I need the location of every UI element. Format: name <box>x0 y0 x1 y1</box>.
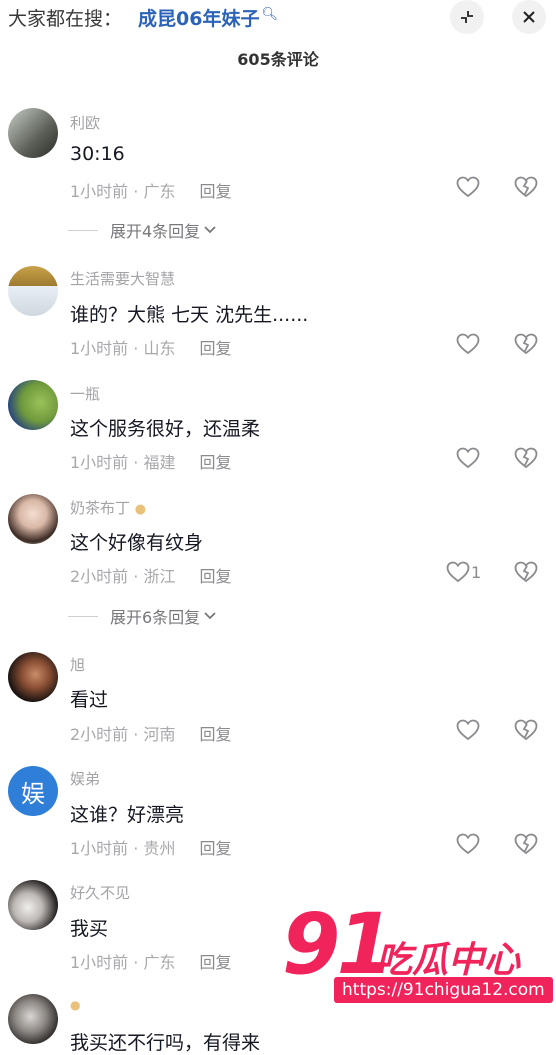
dislike-icon[interactable] <box>514 176 538 198</box>
reply-button[interactable]: 回复 <box>199 839 231 858</box>
comment-time: 1小时前 <box>70 453 129 472</box>
comment-text: 看过 <box>70 689 109 711</box>
comment-text: 这谁？好漂亮 <box>70 804 185 826</box>
comment-meta: 1小时前 · 贵州 回复 <box>70 839 232 858</box>
comment-time: 1小时前 <box>70 182 129 201</box>
chevron-down-icon <box>204 612 216 620</box>
reply-button[interactable]: 回复 <box>199 339 231 358</box>
watermark: 91 吃瓜中心 https://91chigua12.com <box>282 895 554 1005</box>
comment-location: 山东 <box>143 339 176 358</box>
comment-meta: 2小时前 · 河南 回复 <box>70 725 232 744</box>
comment-time: 1小时前 <box>70 839 129 858</box>
divider <box>68 229 98 231</box>
comment-username[interactable]: 娱弟 <box>70 768 100 789</box>
comment-username[interactable]: 生活需要大智慧 <box>70 268 175 289</box>
divider <box>68 615 98 617</box>
like-button[interactable] <box>456 333 481 355</box>
avatar[interactable] <box>8 494 58 544</box>
comment-username[interactable]: 好久不见 <box>70 882 130 903</box>
heart-icon <box>446 561 470 583</box>
avatar-letter: 娱 <box>21 779 45 808</box>
search-suggestion-term: 成昆06年妹子 <box>138 8 260 30</box>
reply-button[interactable]: 回复 <box>199 567 231 586</box>
dislike-icon[interactable] <box>514 719 538 741</box>
avatar[interactable]: 娱 <box>8 766 58 816</box>
comment-username[interactable]: 利欧 <box>70 112 100 133</box>
comment-meta: 1小时前 · 福建 回复 <box>70 453 232 472</box>
search-suggestion-link[interactable]: 成昆06年妹子 🔍︎ <box>138 4 278 31</box>
comment-meta: 1小时前 · 广东 回复 <box>70 953 232 972</box>
collapse-icon <box>461 11 473 23</box>
dislike-icon[interactable] <box>514 333 538 355</box>
avatar[interactable] <box>8 994 58 1044</box>
dislike-icon[interactable] <box>514 561 538 583</box>
comment-text: 这个好像有纹身 <box>70 532 204 554</box>
watermark-text: 吃瓜中心 <box>376 940 521 981</box>
heart-icon <box>456 333 480 355</box>
comment-location: 福建 <box>143 453 176 472</box>
avatar[interactable] <box>8 652 58 702</box>
comment-username[interactable]: 旭 <box>70 654 85 675</box>
badge-icon: ● <box>134 502 147 517</box>
expand-replies-button[interactable]: 展开6条回复 <box>68 604 217 628</box>
search-icon: 🔍︎ <box>261 6 278 22</box>
comment-location: 贵州 <box>143 839 176 858</box>
avatar[interactable] <box>8 880 58 930</box>
like-button[interactable] <box>456 833 481 855</box>
collapse-button[interactable] <box>450 0 484 34</box>
comment-time: 1小时前 <box>70 953 129 972</box>
avatar[interactable] <box>8 380 58 430</box>
top-bar: 大家都在搜： 成昆06年妹子 🔍︎ <box>0 0 556 36</box>
avatar[interactable] <box>8 108 58 158</box>
heart-icon <box>456 719 480 741</box>
comment-location: 河南 <box>143 725 176 744</box>
search-suggestion-prefix: 大家都在搜： <box>8 8 123 30</box>
expand-replies-button[interactable]: 展开4条回复 <box>68 218 217 242</box>
comment-meta: 1小时前 · 广东 回复 <box>70 182 232 201</box>
comment-username-text: 奶茶布丁 <box>70 499 131 517</box>
comment-meta: 1小时前 · 山东 回复 <box>70 339 232 358</box>
comment-meta: 2小时前 · 浙江 回复 <box>70 567 232 586</box>
like-button[interactable]: 1 <box>446 561 481 583</box>
comment-time: 2小时前 <box>70 725 129 744</box>
watermark-url: https://91chigua12.com <box>334 977 553 1003</box>
comment-location: 广东 <box>143 953 176 972</box>
reply-button[interactable]: 回复 <box>199 453 231 472</box>
like-button[interactable] <box>456 176 481 198</box>
close-icon <box>523 11 535 23</box>
comment-text: 30:16 <box>70 143 125 165</box>
like-count: 1 <box>471 562 482 582</box>
reply-button[interactable]: 回复 <box>199 953 231 972</box>
expand-replies-label: 展开6条回复 <box>110 608 201 627</box>
heart-icon <box>456 447 480 469</box>
dislike-icon[interactable] <box>514 833 538 855</box>
dislike-icon[interactable] <box>514 447 538 469</box>
badge-icon: ● <box>70 998 81 1012</box>
comment-username[interactable]: 奶茶布丁 ● <box>70 497 146 518</box>
comment-count: 605条评论 <box>237 50 319 69</box>
comment-text: 这个服务很好，还温柔 <box>70 418 261 440</box>
like-button[interactable] <box>456 447 481 469</box>
comment-location: 浙江 <box>143 567 176 586</box>
expand-replies-label: 展开4条回复 <box>110 222 201 241</box>
comment-text: 我买还不行吗，有得来 <box>70 1032 261 1054</box>
avatar[interactable] <box>8 266 58 316</box>
like-button[interactable] <box>456 719 481 741</box>
reply-button[interactable]: 回复 <box>199 182 231 201</box>
close-button[interactable] <box>512 0 546 34</box>
comment-location: 广东 <box>143 182 176 201</box>
comment-text: 谁的？大熊 七天 沈先生...... <box>70 304 309 326</box>
heart-icon <box>456 833 480 855</box>
reply-button[interactable]: 回复 <box>199 725 231 744</box>
comment-time: 2小时前 <box>70 567 129 586</box>
heart-icon <box>456 176 480 198</box>
chevron-down-icon <box>204 226 216 234</box>
comment-text: 我买 <box>70 918 109 940</box>
comment-time: 1小时前 <box>70 339 129 358</box>
comment-username[interactable]: 一瓶 <box>70 383 100 404</box>
